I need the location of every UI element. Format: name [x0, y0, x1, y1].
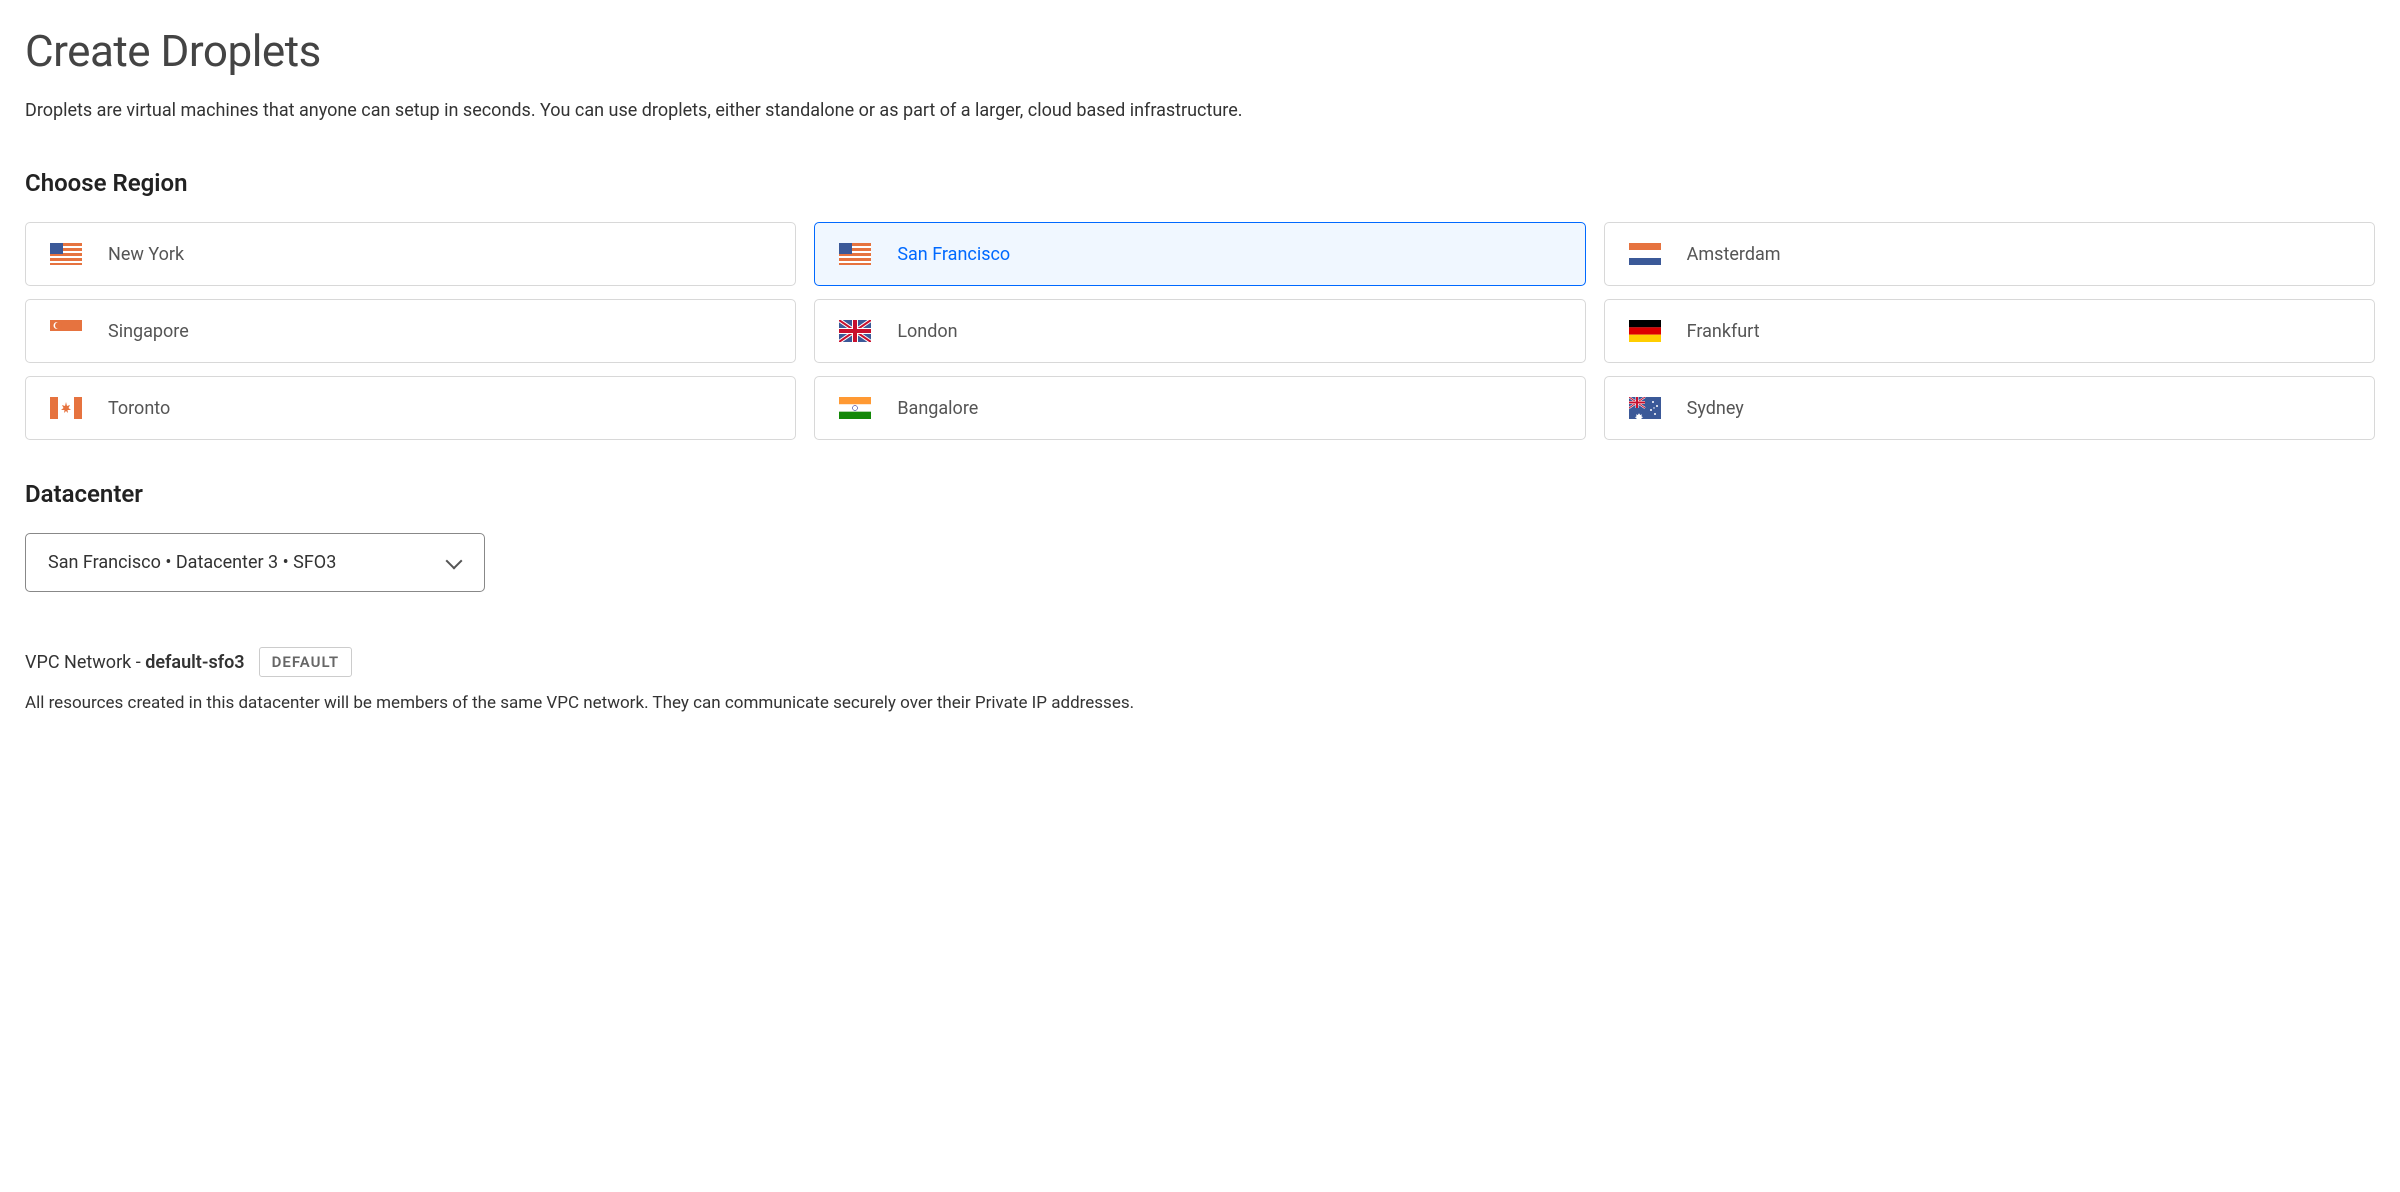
region-card-toronto[interactable]: Toronto: [25, 376, 796, 440]
vpc-description: All resources created in this datacenter…: [25, 691, 2375, 717]
chevron-down-icon: [446, 558, 462, 568]
region-label: Sydney: [1687, 398, 1744, 419]
region-label: Frankfurt: [1687, 321, 1760, 342]
region-card-bangalore[interactable]: Bangalore: [814, 376, 1585, 440]
flag-sg-icon: [50, 320, 82, 342]
region-card-new-york[interactable]: New York: [25, 222, 796, 286]
region-heading: Choose Region: [25, 169, 2375, 197]
region-card-singapore[interactable]: Singapore: [25, 299, 796, 363]
vpc-network-row: VPC Network - default-sfo3 DEFAULT: [25, 647, 2375, 677]
region-label: San Francisco: [897, 244, 1010, 265]
flag-au-icon: [1629, 397, 1661, 419]
region-card-amsterdam[interactable]: Amsterdam: [1604, 222, 2375, 286]
flag-de-icon: [1629, 320, 1661, 342]
datacenter-selected-label: San Francisco • Datacenter 3 • SFO3: [48, 552, 336, 573]
vpc-default-badge: DEFAULT: [259, 647, 352, 677]
flag-gb-icon: [839, 320, 871, 342]
datacenter-heading: Datacenter: [25, 480, 2375, 508]
flag-us-icon: [50, 243, 82, 265]
region-card-frankfurt[interactable]: Frankfurt: [1604, 299, 2375, 363]
flag-nl-icon: [1629, 243, 1661, 265]
datacenter-select[interactable]: San Francisco • Datacenter 3 • SFO3: [25, 533, 485, 592]
region-card-san-francisco[interactable]: San Francisco: [814, 222, 1585, 286]
flag-in-icon: [839, 397, 871, 419]
region-label: New York: [108, 244, 184, 265]
region-card-london[interactable]: London: [814, 299, 1585, 363]
region-label: London: [897, 321, 957, 342]
flag-us-icon: [839, 243, 871, 265]
region-label: Toronto: [108, 398, 170, 419]
region-grid: New York San Francisco Amsterdam Singapore L…: [25, 222, 2375, 440]
page-title: Create Droplets: [25, 25, 2375, 77]
vpc-network-label: VPC Network - default-sfo3: [25, 652, 245, 673]
region-label: Amsterdam: [1687, 244, 1781, 265]
page-description: Droplets are virtual machines that anyon…: [25, 97, 2375, 124]
region-label: Bangalore: [897, 398, 978, 419]
flag-ca-icon: [50, 397, 82, 419]
region-card-sydney[interactable]: Sydney: [1604, 376, 2375, 440]
region-label: Singapore: [108, 321, 189, 342]
